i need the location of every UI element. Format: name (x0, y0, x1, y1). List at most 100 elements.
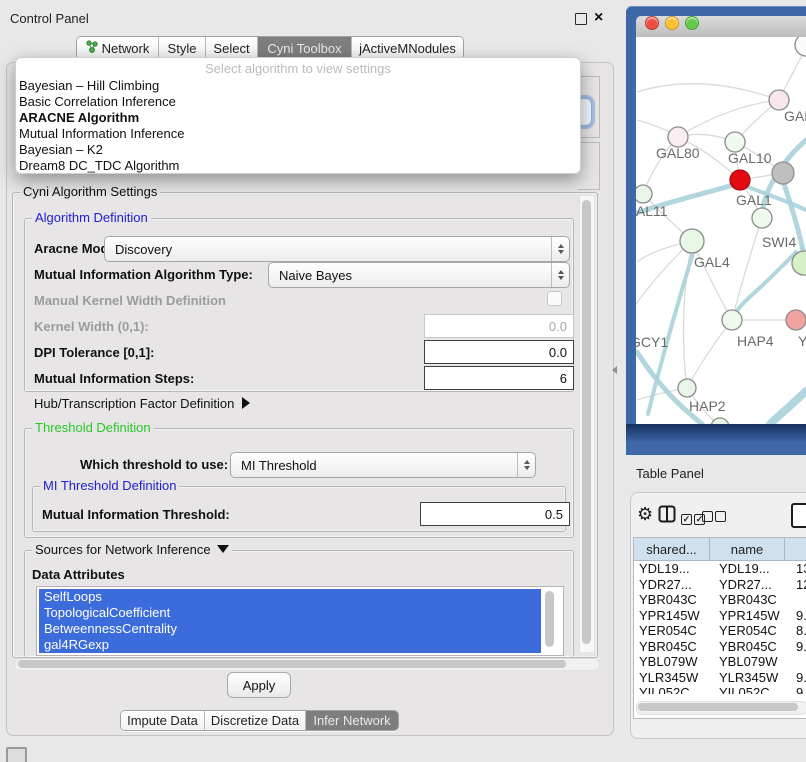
table-row[interactable]: YBL079WYBL079W (634, 654, 806, 670)
column-header-shared-[interactable]: shared... (634, 538, 710, 561)
new-table-icon[interactable] (791, 503, 806, 528)
kernel-width-field[interactable]: 0.0 (424, 314, 574, 338)
tab-infer-network[interactable]: Infer Network (306, 711, 398, 730)
network-node-gal[interactable] (769, 90, 789, 110)
algorithm-option-bayesian-k2[interactable]: Bayesian – K2 (16, 142, 580, 158)
table-cell: 9. (793, 639, 806, 655)
network-node-label: GAL11 (636, 203, 668, 219)
network-node[interactable] (795, 37, 806, 56)
network-edge-highlighted[interactable] (770, 391, 806, 424)
mi-threshold-label: Mutual Information Threshold: (42, 507, 230, 522)
tab-impute-data[interactable]: Impute Data (121, 711, 205, 730)
list-scrollbar-thumb[interactable] (545, 591, 554, 647)
network-node-gal10[interactable] (725, 132, 745, 152)
attribute-item-topologicalcoefficient[interactable]: TopologicalCoefficient (39, 605, 541, 621)
network-node-gal11[interactable] (636, 185, 652, 203)
mi-threshold-group-title: MI Threshold Definition (40, 479, 179, 493)
columns-icon[interactable] (658, 505, 676, 528)
network-tab-icon (86, 40, 98, 56)
network-node-y[interactable] (786, 310, 806, 330)
attribute-item-betweennesscentrality[interactable]: BetweennessCentrality (39, 621, 541, 637)
bottom-tabbar: Impute DataDiscretize DataInfer Network (120, 710, 399, 731)
network-edge[interactable] (732, 218, 762, 320)
node-attribute-table[interactable]: shared...name YDL19...YDL19...13YDR27...… (633, 537, 806, 719)
zoom-window-icon[interactable] (685, 16, 699, 30)
table-row[interactable]: YDR27...YDR27...12 (634, 577, 806, 593)
float-window-icon[interactable] (575, 13, 587, 25)
mi-threshold-field[interactable]: 0.5 (420, 502, 570, 526)
network-edge[interactable] (678, 100, 779, 137)
application-screen: Control Panel × NetworkStyleSelectCyni T… (0, 0, 806, 762)
apply-button[interactable]: Apply (227, 672, 291, 698)
network-edge[interactable] (637, 84, 779, 100)
tab-jactivemnodules[interactable]: jActiveMNodules (352, 37, 463, 59)
attribute-item-selfloops[interactable]: SelfLoops (39, 589, 541, 605)
network-node-hap2[interactable] (678, 379, 696, 397)
mi-type-combobox[interactable]: Naive Bayes (268, 262, 570, 288)
algorithm-option-basic-correlation-inference[interactable]: Basic Correlation Inference (16, 94, 580, 110)
attribute-item-gal4rgexp[interactable]: gal4RGexp (39, 637, 541, 653)
close-panel-icon[interactable]: × (594, 11, 603, 25)
dpi-tolerance-field[interactable]: 0.0 (424, 340, 574, 364)
sources-group-title[interactable]: Sources for Network Inference (32, 543, 232, 557)
network-graph[interactable]: GALGAL80GAL10GAL1GAL11SWI4GAL4GCY1HAP4YH… (636, 37, 806, 424)
network-canvas[interactable]: GALGAL80GAL10GAL1GAL11SWI4GAL4GCY1HAP4YH… (636, 37, 806, 424)
algorithm-option-aracne-algorithm[interactable]: ARACNE Algorithm (16, 110, 580, 126)
which-threshold-combobox[interactable]: MI Threshold (230, 452, 536, 478)
tab-select[interactable]: Select (206, 37, 258, 59)
network-node-label: GCY1 (636, 334, 668, 350)
tab-network[interactable]: Network (77, 37, 159, 59)
table-cell: YBR045C (714, 639, 793, 655)
table-panel-title: Table Panel (636, 466, 704, 481)
stepper-arrows-icon (517, 453, 535, 477)
network-edge[interactable] (637, 120, 669, 132)
table-hscrollbar-thumb[interactable] (638, 703, 798, 711)
table-cell: 8. (793, 623, 806, 639)
network-node-gal4[interactable] (680, 229, 704, 253)
algorithm-list: Bayesian – Hill ClimbingBasic Correlatio… (16, 78, 580, 174)
tab-cyni-toolbox[interactable]: Cyni Toolbox (258, 37, 352, 59)
restore-panel-icon[interactable] (6, 747, 27, 762)
manual-kernel-checkbox[interactable] (547, 291, 562, 306)
column-header-extra[interactable] (785, 538, 806, 561)
network-node-gal1[interactable] (730, 170, 750, 190)
data-attributes-label: Data Attributes (32, 567, 125, 582)
settings-scrollbar-thumb[interactable] (582, 200, 591, 644)
network-edge[interactable] (692, 241, 732, 320)
hub-definition-toggle[interactable]: Hub/Transcription Factor Definition (34, 396, 250, 411)
table-cell: YBL079W (714, 654, 793, 670)
table-row[interactable]: YIL052CYIL052C9. (634, 685, 806, 694)
data-attributes-list[interactable]: SelfLoopsTopologicalCoefficientBetweenne… (36, 586, 564, 656)
tab-label: Style (168, 41, 197, 56)
aracne-mode-combobox[interactable]: Discovery (104, 236, 570, 262)
tab-discretize-data[interactable]: Discretize Data (205, 711, 306, 730)
table-row[interactable]: YPR145WYPR145W9. (634, 608, 806, 624)
deselect-all-checks-icon[interactable] (702, 509, 726, 527)
splitter-collapse-icon[interactable] (612, 366, 617, 374)
column-header-name[interactable]: name (710, 538, 785, 561)
table-row[interactable]: YBR045CYBR045C9. (634, 639, 806, 655)
network-edge[interactable] (687, 320, 732, 388)
network-node-gal80[interactable] (668, 127, 688, 147)
network-node[interactable] (772, 162, 794, 184)
table-cell: YER054C (634, 623, 714, 639)
close-window-icon[interactable] (645, 16, 659, 30)
algorithm-option-dream8-dc-tdc-algorithm[interactable]: Dream8 DC_TDC Algorithm (16, 158, 580, 174)
settings-hscrollbar-thumb[interactable] (18, 660, 566, 668)
tab-style[interactable]: Style (159, 37, 206, 59)
table-row[interactable]: YER054CYER054C8. (634, 623, 806, 639)
minimize-window-icon[interactable] (665, 16, 679, 30)
network-window-titlebar[interactable] (636, 16, 806, 38)
algorithm-option-bayesian-hill-climbing[interactable]: Bayesian – Hill Climbing (16, 78, 580, 94)
table-row[interactable]: YDL19...YDL19...13 (634, 561, 806, 577)
network-node[interactable] (752, 208, 772, 228)
table-row[interactable]: YLR345WYLR345W9. (634, 670, 806, 686)
gear-icon[interactable]: ⚙ (637, 505, 653, 523)
mi-steps-field[interactable]: 6 (424, 366, 574, 390)
network-node-hap4[interactable] (722, 310, 742, 330)
aracne-mode-value: Discovery (105, 242, 551, 257)
table-row[interactable]: YBR043CYBR043C (634, 592, 806, 608)
network-edge-highlighted[interactable] (737, 252, 796, 311)
algorithm-option-mutual-information-inference[interactable]: Mutual Information Inference (16, 126, 580, 142)
table-cell: 9. (793, 685, 806, 694)
